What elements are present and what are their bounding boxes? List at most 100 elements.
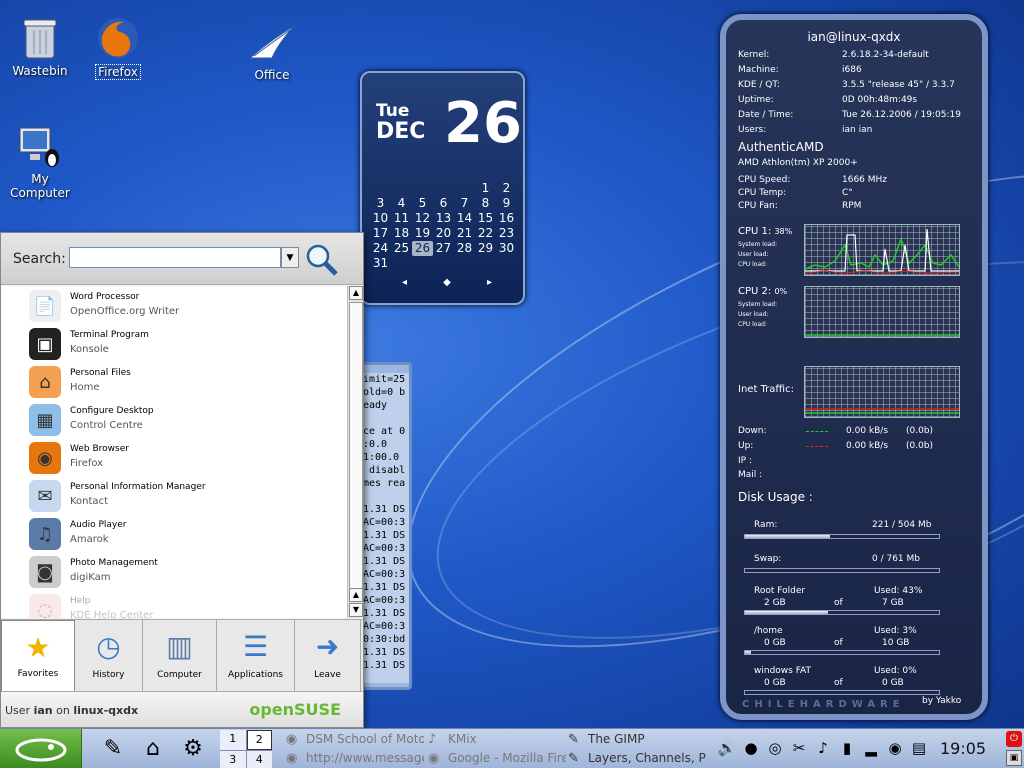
desktop-pager[interactable]: 1234 bbox=[220, 730, 272, 768]
calendar-day[interactable]: 28 bbox=[454, 241, 475, 256]
desktop-icon-firefox[interactable]: Firefox bbox=[78, 14, 158, 80]
tab-computer[interactable]: ▥ Computer bbox=[143, 620, 217, 692]
calendar-day[interactable]: 11 bbox=[391, 211, 412, 226]
calendar-day[interactable]: 22 bbox=[475, 226, 496, 241]
kmix-icon[interactable]: ♪ bbox=[812, 737, 834, 759]
pager-desktop-1[interactable]: 1 bbox=[220, 730, 246, 750]
calendar-prev-button[interactable]: ◂ bbox=[402, 277, 407, 288]
desktop-icon-wastebin[interactable]: Wastebin bbox=[0, 14, 80, 78]
start-button[interactable] bbox=[0, 729, 82, 768]
tab-applications[interactable]: ☰ Applications bbox=[217, 620, 295, 692]
logout-icon[interactable]: ⏻ bbox=[1006, 731, 1022, 747]
pager-desktop-3[interactable]: 3 bbox=[220, 751, 246, 768]
search-history-dropdown[interactable]: ▼ bbox=[281, 247, 299, 268]
menu-item[interactable]: ◉ Web Browser Firefox bbox=[29, 440, 329, 476]
scroll-down-button[interactable]: ▼ bbox=[349, 603, 363, 617]
clipboard-icon[interactable]: ▤ bbox=[908, 737, 930, 759]
calendar-day[interactable]: 4 bbox=[391, 196, 412, 211]
calendar-day[interactable]: 30 bbox=[496, 241, 517, 256]
calendar-nav[interactable]: ◂ ◆ ▸ bbox=[402, 277, 492, 288]
calendar-today-button[interactable]: ◆ bbox=[443, 277, 451, 288]
scroll-up-button-2[interactable]: ▲ bbox=[349, 588, 363, 602]
menu-item[interactable]: ✉ Personal Information Manager Kontact bbox=[29, 478, 329, 514]
pager-desktop-4[interactable]: 4 bbox=[246, 751, 272, 768]
calendar-day[interactable]: 7 bbox=[454, 196, 475, 211]
calendar-day[interactable]: 16 bbox=[496, 211, 517, 226]
tab-history[interactable]: ◷ History bbox=[75, 620, 143, 692]
calendar-day[interactable]: 15 bbox=[475, 211, 496, 226]
calendar-day[interactable]: 18 bbox=[391, 226, 412, 241]
calendar-day[interactable]: 31 bbox=[370, 256, 391, 271]
calendar-grid[interactable]: 1 2 3 4 5 6 7 8 9 10 11 12 13 14 15 16 17 18 19 20 21 22 23 24 2… bbox=[370, 181, 520, 271]
korganizer-icon[interactable]: ▮ bbox=[836, 737, 858, 759]
kerry-icon[interactable]: ◉ bbox=[884, 737, 906, 759]
menu-scrollbar[interactable]: ▲ ▲ ▼ bbox=[347, 286, 363, 618]
menu-tabs[interactable]: ★ Favorites ◷ History ▥ Computer ☰ Applications… bbox=[1, 619, 363, 692]
scroll-up-button[interactable]: ▲ bbox=[349, 286, 363, 300]
klipper-icon[interactable]: ✂ bbox=[788, 737, 810, 759]
calendar-day[interactable]: 12 bbox=[412, 211, 433, 226]
taskbar-task[interactable]: ◉ DSM School of Motor bbox=[284, 730, 424, 749]
calendar-widget[interactable]: Tue DEC 26 1 2 3 4 5 6 7 8 9 10 11 12 13 14 15 16 17 18 19… bbox=[360, 71, 525, 305]
menu-item[interactable]: ♫ Audio Player Amarok bbox=[29, 516, 329, 552]
scroll-thumb[interactable] bbox=[349, 302, 363, 592]
lock-icon[interactable]: ▣ bbox=[1006, 750, 1022, 766]
home-icon[interactable]: ⌂ bbox=[138, 735, 168, 763]
calendar-day[interactable]: 3 bbox=[370, 196, 391, 211]
pager-desktop-2[interactable]: 2 bbox=[246, 730, 272, 750]
calendar-day[interactable]: 1 bbox=[475, 181, 496, 196]
calendar-day[interactable]: 24 bbox=[370, 241, 391, 256]
calendar-day[interactable]: 25 bbox=[391, 241, 412, 256]
start-menu[interactable]: Search: ▼ 📄 Word Processor OpenOffice.org … bbox=[0, 232, 364, 728]
network-icon[interactable]: ◎ bbox=[764, 737, 786, 759]
tab-favorites[interactable]: ★ Favorites bbox=[1, 620, 75, 692]
menu-item[interactable]: ◙ Photo Management digiKam bbox=[29, 554, 329, 590]
clock[interactable]: 19:05 bbox=[940, 739, 986, 758]
kwrite-icon[interactable]: ✎ bbox=[98, 735, 128, 763]
taskbar-task[interactable]: ◉ http://www.message bbox=[284, 749, 424, 768]
calendar-day[interactable]: 27 bbox=[433, 241, 454, 256]
terminal-line: mes rea bbox=[363, 478, 406, 489]
calendar-day[interactable]: 14 bbox=[454, 211, 475, 226]
search-icon[interactable] bbox=[305, 243, 339, 283]
desktop-icon-my-computer[interactable]: My Computer bbox=[0, 122, 80, 200]
calendar-day[interactable]: 8 bbox=[475, 196, 496, 211]
terminal-line: 1:00.0 bbox=[363, 452, 400, 463]
menu-item[interactable]: ⌂ Personal Files Home bbox=[29, 364, 329, 400]
calendar-day[interactable]: 9 bbox=[496, 196, 517, 211]
cpuinfo-value: C° bbox=[842, 188, 853, 198]
terminal-line: eady bbox=[363, 400, 388, 411]
desktop-icon-office[interactable]: Office bbox=[232, 18, 312, 82]
calendar-day[interactable]: 13 bbox=[433, 211, 454, 226]
menu-item[interactable]: ▣ Terminal Program Konsole bbox=[29, 326, 329, 362]
calendar-day[interactable]: 10 bbox=[370, 211, 391, 226]
calendar-day[interactable]: 21 bbox=[454, 226, 475, 241]
volume-icon[interactable]: 🔊 bbox=[716, 737, 738, 759]
calendar-day[interactable]: 5 bbox=[412, 196, 433, 211]
calendar-day[interactable]: 2 bbox=[496, 181, 517, 196]
menu-item-subtitle: digiKam bbox=[70, 572, 111, 583]
taskbar-task[interactable]: ✎ Layers, Channels, Pa bbox=[566, 749, 706, 768]
calendar-day[interactable]: 6 bbox=[433, 196, 454, 211]
menu-item[interactable]: ◌ Help KDE Help Center bbox=[29, 592, 329, 618]
calendar-day[interactable]: 20 bbox=[433, 226, 454, 241]
calendar-next-button[interactable]: ▸ bbox=[487, 277, 492, 288]
menu-item[interactable]: 📄 Word Processor OpenOffice.org Writer bbox=[29, 288, 329, 324]
calendar-day[interactable]: 29 bbox=[475, 241, 496, 256]
taskbar-task[interactable]: ♪ KMix bbox=[426, 730, 566, 749]
calendar-month: DEC bbox=[376, 119, 426, 144]
menu-item[interactable]: ▦ Configure Desktop Control Centre bbox=[29, 402, 329, 438]
calendar-day[interactable]: 17 bbox=[370, 226, 391, 241]
calendar-day[interactable]: 19 bbox=[412, 226, 433, 241]
search-input[interactable] bbox=[69, 247, 281, 268]
calendar-day[interactable]: 26 bbox=[412, 241, 433, 256]
calendar-day[interactable]: 23 bbox=[496, 226, 517, 241]
konqueror-icon[interactable]: ⚙ bbox=[178, 735, 208, 763]
tab-leave[interactable]: ➜ Leave bbox=[295, 620, 361, 692]
signal-icon[interactable]: ▂ bbox=[860, 737, 882, 759]
update-icon[interactable]: ● bbox=[740, 737, 762, 759]
taskbar-task[interactable]: ◉ Google - Mozilla Fire bbox=[426, 749, 566, 768]
taskbar-task[interactable]: ✎ The GIMP bbox=[566, 730, 706, 749]
favorites-list[interactable]: 📄 Word Processor OpenOffice.org Writer ▣ Ter… bbox=[1, 286, 347, 618]
disk-name: Root Folder bbox=[754, 586, 806, 596]
